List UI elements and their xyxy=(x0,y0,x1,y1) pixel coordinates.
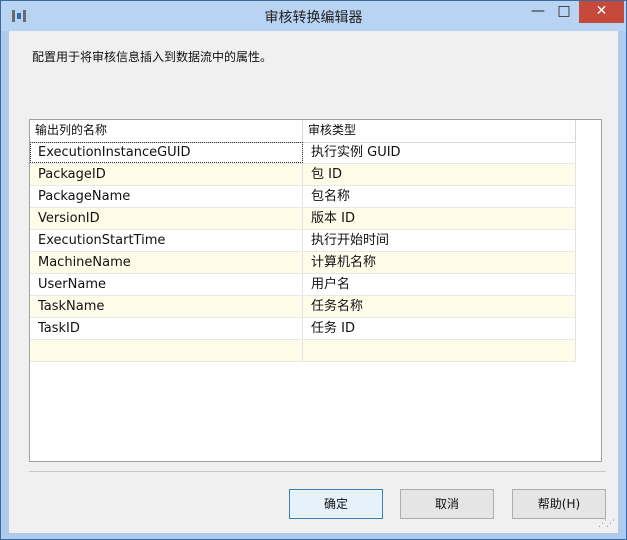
output-column-name-cell[interactable]: TaskName xyxy=(30,296,303,317)
grid-header: 输出列的名称 审核类型 xyxy=(30,120,576,143)
audit-type-cell[interactable]: 计算机名称 xyxy=(303,252,576,273)
title-bar[interactable]: 审核转换编辑器 — □ ✕ xyxy=(1,1,626,31)
audit-type-cell[interactable]: 版本 ID xyxy=(303,208,576,229)
ok-button[interactable]: 确定 xyxy=(289,489,383,519)
grid-rows: ExecutionInstanceGUID 执行实例 GUID PackageI… xyxy=(30,142,576,362)
dialog-body: 配置用于将审核信息插入到数据流中的属性。 输出列的名称 审核类型 Executi… xyxy=(9,31,618,533)
audit-type-cell[interactable]: 任务名称 xyxy=(303,296,576,317)
audit-type-cell[interactable]: 包名称 xyxy=(303,186,576,207)
table-row[interactable]: PackageName 包名称 xyxy=(30,186,576,208)
maximize-button[interactable]: □ xyxy=(550,1,578,23)
audit-type-cell[interactable] xyxy=(303,340,576,361)
output-column-name-cell[interactable]: UserName xyxy=(30,274,303,295)
audit-type-cell[interactable]: 用户名 xyxy=(303,274,576,295)
cancel-button[interactable]: 取消 xyxy=(400,489,494,519)
resize-grip-icon[interactable]: ⋰⋰ xyxy=(598,519,615,529)
table-row[interactable]: ExecutionInstanceGUID 执行实例 GUID xyxy=(30,142,576,164)
close-button[interactable]: ✕ xyxy=(579,1,624,23)
dialog-window: 审核转换编辑器 — □ ✕ 配置用于将审核信息插入到数据流中的属性。 输出列的名… xyxy=(0,0,627,540)
table-row[interactable]: UserName 用户名 xyxy=(30,274,576,296)
output-column-name-cell[interactable]: TaskID xyxy=(30,318,303,339)
audit-type-cell[interactable]: 包 ID xyxy=(303,164,576,185)
output-column-name-cell[interactable]: VersionID xyxy=(30,208,303,229)
audit-type-cell[interactable]: 任务 ID xyxy=(303,318,576,339)
output-column-name-cell[interactable]: MachineName xyxy=(30,252,303,273)
table-row[interactable]: ExecutionStartTime 执行开始时间 xyxy=(30,230,576,252)
new-row[interactable] xyxy=(30,340,576,362)
audit-columns-grid[interactable]: 输出列的名称 审核类型 ExecutionInstanceGUID 执行实例 G… xyxy=(29,119,602,462)
output-column-name-cell[interactable]: PackageName xyxy=(30,186,303,207)
minimize-button[interactable]: — xyxy=(524,1,552,23)
help-button[interactable]: 帮助(H) xyxy=(512,489,606,519)
audit-type-cell[interactable]: 执行开始时间 xyxy=(303,230,576,251)
output-column-name-cell[interactable]: PackageID xyxy=(30,164,303,185)
table-row[interactable]: TaskID 任务 ID xyxy=(30,318,576,340)
table-row[interactable]: MachineName 计算机名称 xyxy=(30,252,576,274)
table-row[interactable]: VersionID 版本 ID xyxy=(30,208,576,230)
output-column-name-cell[interactable] xyxy=(30,340,303,361)
output-column-name-cell[interactable]: ExecutionInstanceGUID xyxy=(30,142,303,163)
description-text: 配置用于将审核信息插入到数据流中的属性。 xyxy=(32,50,273,64)
table-row[interactable]: PackageID 包 ID xyxy=(30,164,576,186)
output-column-name-cell[interactable]: ExecutionStartTime xyxy=(30,230,303,251)
divider xyxy=(29,471,606,472)
table-row[interactable]: TaskName 任务名称 xyxy=(30,296,576,318)
audit-type-cell[interactable]: 执行实例 GUID xyxy=(303,142,576,163)
header-audit-type[interactable]: 审核类型 xyxy=(303,120,576,142)
header-output-column-name[interactable]: 输出列的名称 xyxy=(30,120,303,142)
